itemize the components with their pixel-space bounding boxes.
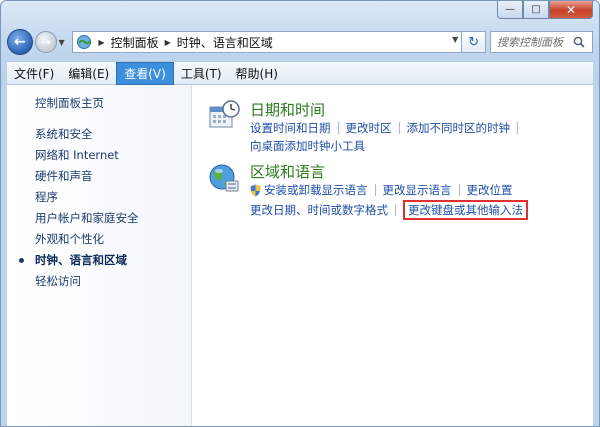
main-panel: 日期和时间 设置时间和日期 更改时区 添加不同时区的时钟 向桌面添加时钟小工具 — [192, 85, 593, 426]
breadcrumb-control-panel[interactable]: 控制面板 — [111, 34, 159, 51]
breadcrumb-separator-icon[interactable]: ▶ — [98, 38, 104, 47]
link-install-display-language[interactable]: 安装或卸载显示语言 — [264, 182, 368, 198]
date-time-links-row1: 设置时间和日期 更改时区 添加不同时区的时钟 — [250, 120, 525, 136]
chevron-down-icon: ▼ — [58, 37, 65, 47]
section-title-region-language[interactable]: 区域和语言 — [250, 161, 325, 182]
region-links-row1: 安装或卸载显示语言 更改显示语言 更改位置 — [250, 182, 513, 198]
link-divider — [458, 184, 460, 196]
refresh-button[interactable]: ↻ — [462, 31, 487, 53]
refresh-icon: ↻ — [468, 34, 480, 50]
link-divider — [517, 122, 518, 134]
content-area: 控制面板主页 系统和安全 网络和 Internet 硬件和声音 程序 用户帐户和… — [7, 85, 593, 426]
control-panel-icon — [77, 35, 92, 49]
globe-icon[interactable] — [208, 161, 240, 193]
date-time-icon[interactable] — [208, 99, 240, 131]
menu-file[interactable]: 文件(F) — [7, 63, 61, 84]
menu-bar: 文件(F) 编辑(E) 查看(V) 工具(T) 帮助(H) — [7, 61, 593, 85]
section-title-date-time[interactable]: 日期和时间 — [250, 99, 325, 120]
link-change-timezone[interactable]: 更改时区 — [346, 120, 392, 136]
close-button[interactable]: ✕ — [549, 1, 593, 19]
date-time-links-row2: 向桌面添加时钟小工具 — [250, 138, 365, 154]
sidebar-item-home[interactable]: 控制面板主页 — [7, 93, 191, 114]
address-dropdown-icon[interactable]: ▼ — [452, 35, 458, 44]
region-links-row2: 更改日期、时间或数字格式 更改键盘或其他输入法 — [250, 200, 528, 220]
maximize-button[interactable]: □ — [523, 1, 549, 19]
link-divider — [395, 204, 396, 216]
sidebar-item-system-security[interactable]: 系统和安全 — [7, 124, 191, 145]
control-panel-window: — □ ✕ ← → ▼ ▶ 控制面板 ▶ 时钟、语言和区域 ▼ ↻ 文 — [0, 0, 600, 427]
forward-arrow-icon: → — [40, 35, 51, 49]
navigation-bar: ← → ▼ ▶ 控制面板 ▶ 时钟、语言和区域 ▼ ↻ — [7, 27, 593, 57]
minimize-button[interactable]: — — [497, 1, 523, 19]
sidebar-item-appearance[interactable]: 外观和个性化 — [7, 229, 191, 250]
menu-help[interactable]: 帮助(H) — [229, 63, 285, 84]
recent-pages-dropdown[interactable]: ▼ — [59, 38, 69, 47]
back-arrow-icon: ← — [14, 34, 26, 50]
link-add-clocks[interactable]: 添加不同时区的时钟 — [407, 120, 511, 136]
shield-icon — [250, 184, 261, 196]
link-divider — [374, 184, 376, 196]
link-change-keyboard-input[interactable]: 更改键盘或其他输入法 — [403, 200, 528, 220]
breadcrumb-separator-icon[interactable]: ▶ — [165, 38, 171, 47]
sidebar-item-programs[interactable]: 程序 — [7, 187, 191, 208]
menu-tools[interactable]: 工具(T) — [174, 63, 229, 84]
caption-buttons: — □ ✕ — [497, 1, 593, 20]
sidebar-item-hardware-sound[interactable]: 硬件和声音 — [7, 166, 191, 187]
sidebar-item-ease-of-access[interactable]: 轻松访问 — [7, 271, 191, 292]
menu-edit[interactable]: 编辑(E) — [61, 63, 116, 84]
back-button[interactable]: ← — [7, 29, 33, 55]
sidebar-item-label: 时钟、语言和区域 — [35, 253, 127, 267]
link-divider — [398, 122, 400, 134]
link-add-clock-gadget[interactable]: 向桌面添加时钟小工具 — [250, 138, 365, 154]
link-change-formats[interactable]: 更改日期、时间或数字格式 — [250, 202, 388, 218]
link-set-time-date[interactable]: 设置时间和日期 — [250, 120, 331, 136]
sidebar-item-clock-language-region[interactable]: 时钟、语言和区域 — [7, 250, 191, 271]
menu-view[interactable]: 查看(V) — [116, 61, 174, 85]
search-box[interactable] — [490, 31, 593, 53]
current-item-bullet-icon — [19, 258, 24, 263]
sidebar-item-user-accounts[interactable]: 用户帐户和家庭安全 — [7, 208, 191, 229]
sidebar: 控制面板主页 系统和安全 网络和 Internet 硬件和声音 程序 用户帐户和… — [7, 85, 192, 426]
sidebar-item-network[interactable]: 网络和 Internet — [7, 145, 191, 166]
search-input[interactable] — [497, 35, 574, 49]
breadcrumb-clock-language-region[interactable]: 时钟、语言和区域 — [177, 34, 273, 51]
forward-button[interactable]: → — [34, 31, 57, 53]
address-bar[interactable]: ▶ 控制面板 ▶ 时钟、语言和区域 ▼ — [72, 31, 463, 53]
search-icon — [573, 36, 585, 48]
link-change-location[interactable]: 更改位置 — [467, 182, 513, 198]
link-divider — [337, 122, 339, 134]
link-change-display-language[interactable]: 更改显示语言 — [383, 182, 452, 198]
